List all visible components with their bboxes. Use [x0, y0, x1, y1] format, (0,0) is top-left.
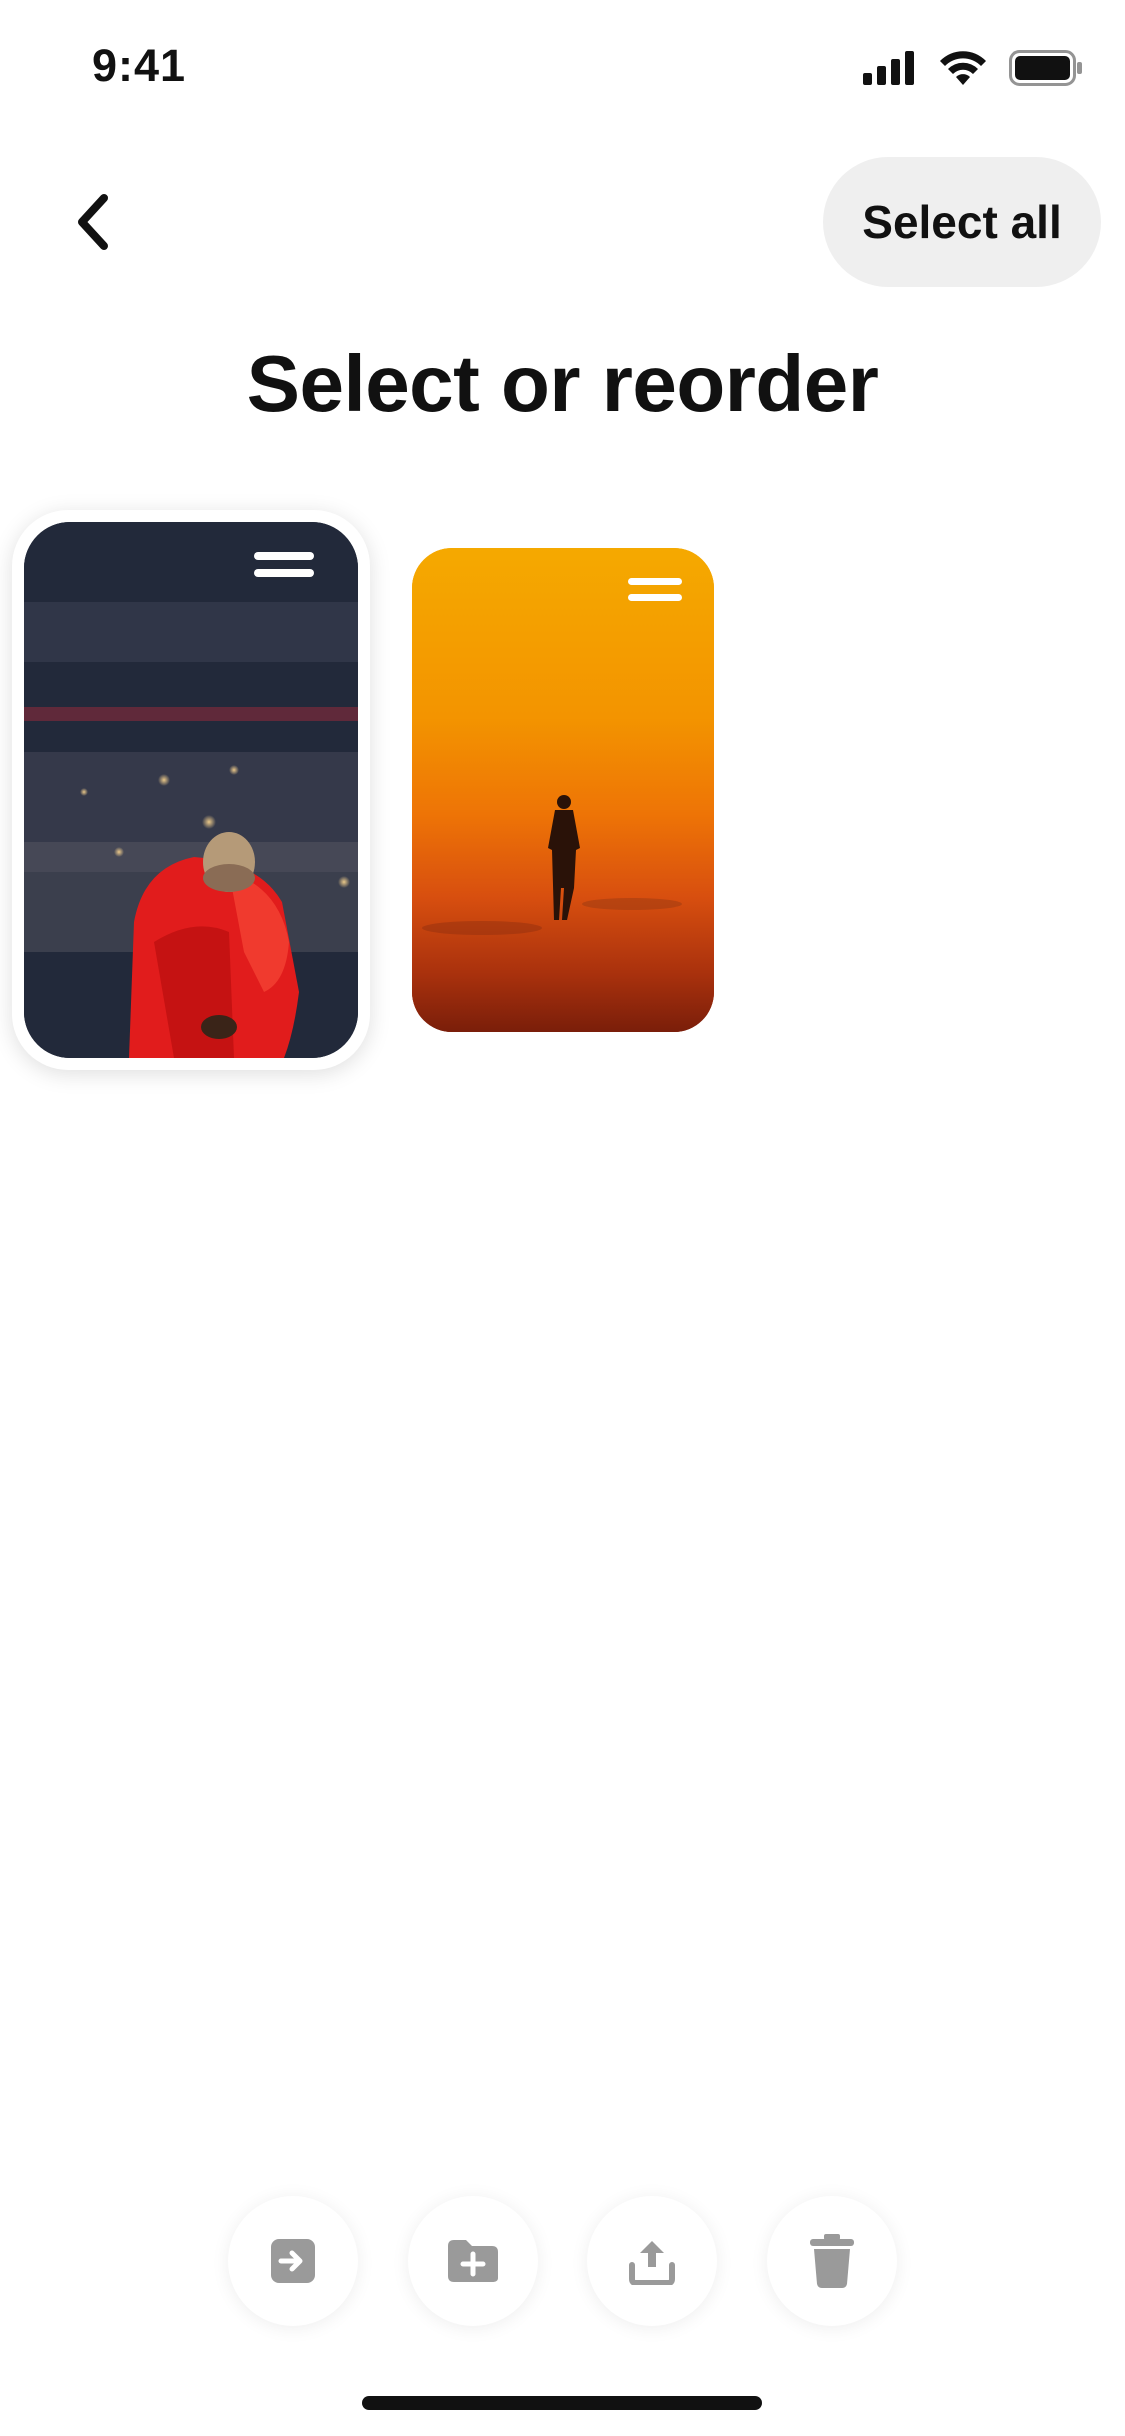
new-folder-button[interactable] [408, 2196, 538, 2326]
pin-image-silhouette [412, 548, 714, 1032]
cellular-signal-icon [863, 51, 914, 85]
status-icons [863, 50, 1083, 86]
back-button[interactable] [56, 178, 128, 266]
select-all-button[interactable]: Select all [823, 157, 1101, 287]
drag-handle-icon[interactable] [254, 552, 314, 577]
move-to-board-button[interactable] [228, 2196, 358, 2326]
status-bar: 9:41 [0, 0, 1125, 140]
move-to-board-icon [271, 2239, 315, 2283]
share-button[interactable] [587, 2196, 717, 2326]
chevron-left-icon [78, 194, 108, 250]
wifi-icon [940, 51, 986, 85]
page-title: Select or reorder [246, 339, 879, 428]
status-time: 9:41 [92, 40, 187, 91]
share-icon [629, 2241, 675, 2285]
pin-card[interactable] [24, 522, 358, 1058]
trash-icon [810, 2234, 854, 2288]
drag-handle-icon[interactable] [628, 578, 682, 601]
delete-button[interactable] [767, 2196, 897, 2326]
bottom-toolbar [0, 2150, 1125, 2380]
pin-image-performer [24, 522, 358, 1058]
new-folder-icon [448, 2240, 498, 2282]
home-indicator [362, 2396, 762, 2410]
pin-card[interactable] [412, 548, 714, 1032]
battery-icon [1009, 50, 1082, 86]
